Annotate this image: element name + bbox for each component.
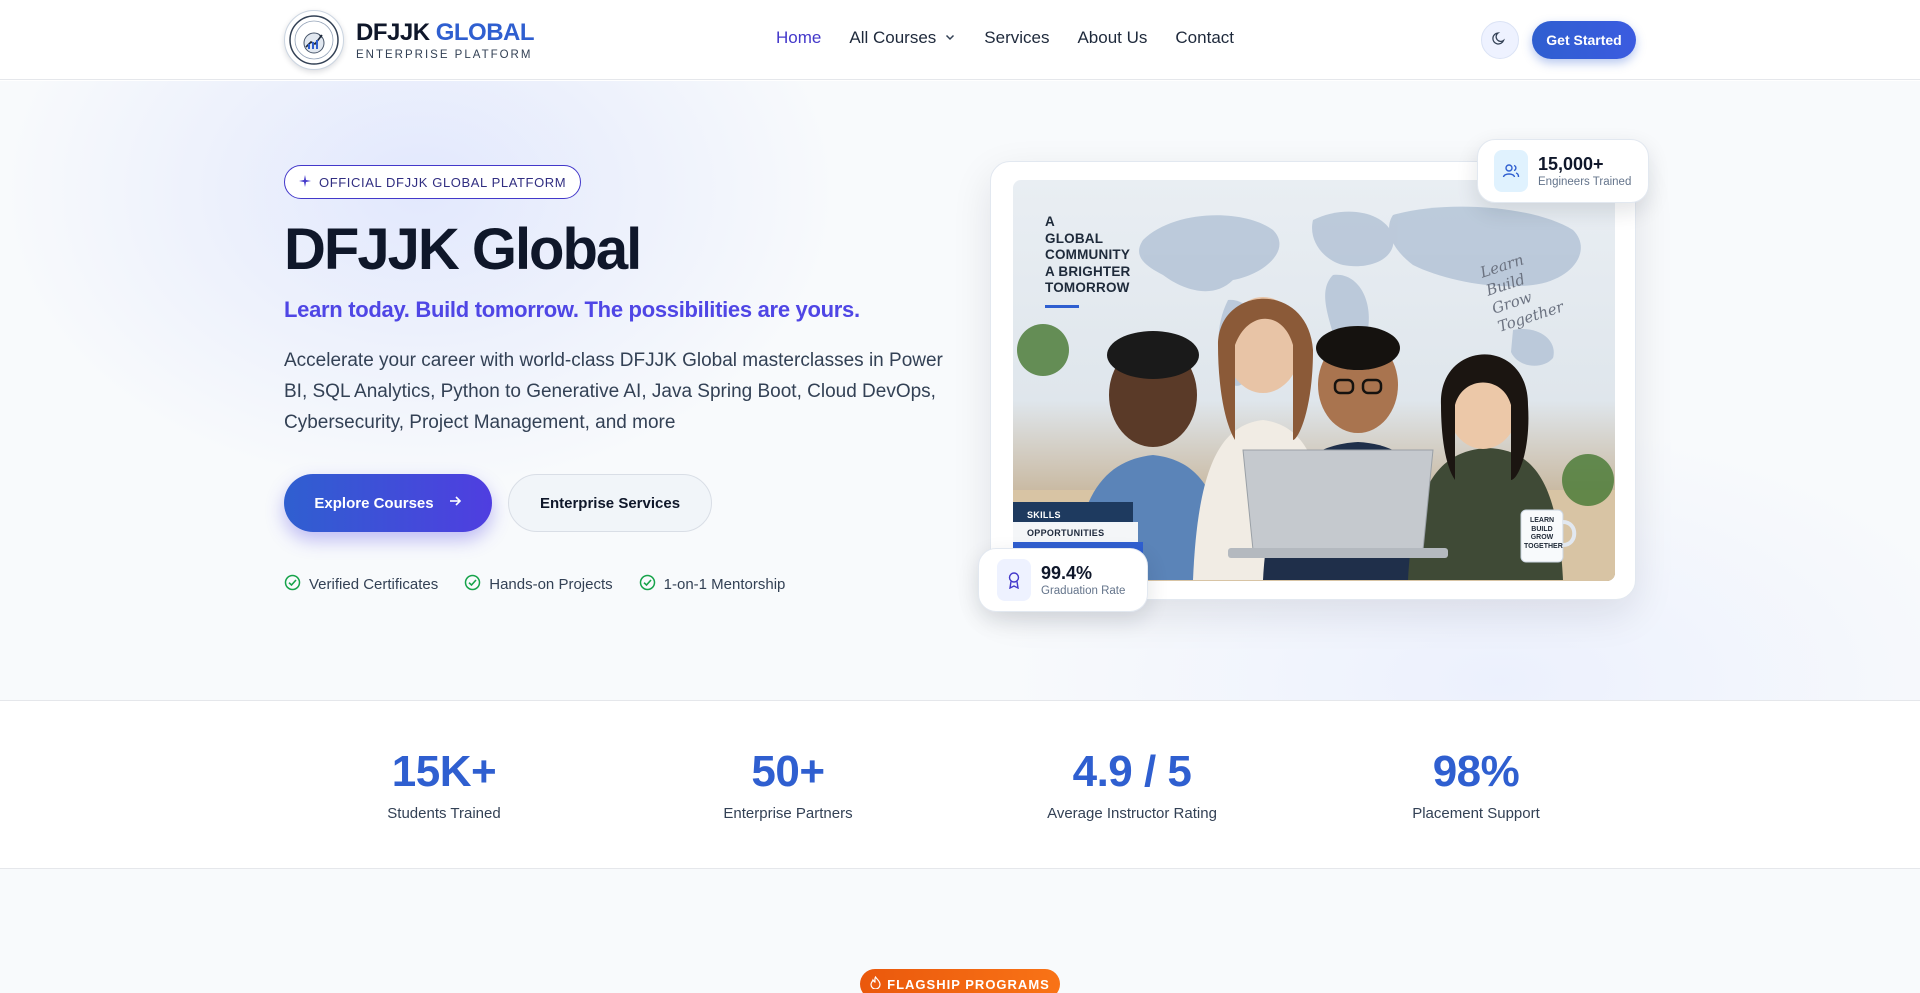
check-circle-icon: [284, 574, 301, 595]
stat-value: 4.9 / 5: [1072, 747, 1192, 796]
photo-caption: A GLOBAL COMMUNITY A BRIGHTER TOMORROW: [1045, 214, 1155, 308]
arrow-right-icon: [448, 494, 462, 512]
stat-item: 50+ Enterprise Partners: [638, 747, 938, 822]
nav-services[interactable]: Services: [984, 28, 1049, 48]
hero-photo: A GLOBAL COMMUNITY A BRIGHTER TOMORROW L…: [1013, 180, 1615, 581]
stat-label: Placement Support: [1412, 805, 1540, 822]
stats-band: 15K+ Students Trained 50+ Enterprise Par…: [0, 701, 1920, 869]
book-stack: SKILLS OPPORTUNITIES: [1013, 506, 1138, 542]
explore-courses-button[interactable]: Explore Courses: [284, 474, 492, 532]
stat-label: Enterprise Partners: [723, 805, 853, 822]
flagship-programs-badge: FLAGSHIP PROGRAMS: [860, 969, 1060, 993]
stat-label: Students Trained: [387, 805, 501, 822]
nav-contact[interactable]: Contact: [1175, 28, 1234, 48]
logo[interactable]: DFJJK GLOBAL ENTERPRISE PLATFORM: [284, 10, 535, 70]
flame-icon: [870, 975, 881, 992]
hero-description: Accelerate your career with world-class …: [284, 350, 943, 433]
logo-title: DFJJK GLOBAL: [356, 19, 535, 46]
stat-value: 98%: [1432, 747, 1520, 796]
nav-all-courses[interactable]: All Courses: [849, 28, 956, 48]
feature-item: Verified Certificates: [284, 574, 438, 595]
get-started-button[interactable]: Get Started: [1532, 21, 1636, 59]
caption-underline: [1045, 304, 1079, 308]
stat-label: Average Instructor Rating: [1047, 805, 1217, 822]
stat-item: 98% Placement Support: [1326, 747, 1626, 822]
nav-home[interactable]: Home: [776, 28, 821, 48]
logo-subtitle: ENTERPRISE PLATFORM: [356, 49, 533, 61]
nav-about-us[interactable]: About Us: [1077, 28, 1147, 48]
hero-title: DFJJK Global: [284, 217, 642, 282]
chevron-down-icon: [944, 28, 956, 48]
award-icon: [997, 559, 1031, 601]
official-badge: OFFICIAL DFJJK GLOBAL PLATFORM: [284, 165, 582, 199]
main-nav: Home All Courses Services About Us Conta…: [776, 28, 1262, 48]
hero-section: OFFICIAL DFJJK GLOBAL PLATFORM DFJJK Glo…: [0, 81, 1920, 701]
check-circle-icon: [639, 574, 656, 595]
check-circle-icon: [464, 574, 481, 595]
top-header: DFJJK GLOBAL ENTERPRISE PLATFORM Home Al…: [0, 0, 1920, 80]
sparkle-icon: [299, 174, 311, 190]
hero-tagline: Learn today. Build tomorrow. The possibi…: [284, 297, 860, 322]
logo-badge-icon: [284, 10, 344, 70]
programs-section: FLAGSHIP PROGRAMS: [0, 869, 1920, 993]
engineers-trained-label: Engineers Trained: [1538, 176, 1632, 188]
stat-value: 15K+: [391, 747, 497, 796]
feature-item: Hands-on Projects: [464, 574, 613, 595]
graduation-rate-value: 99.4%: [1041, 563, 1093, 583]
feature-item: 1-on-1 Mentorship: [639, 574, 785, 595]
stat-item: 4.9 / 5 Average Instructor Rating: [982, 747, 1282, 822]
stat-value: 50+: [751, 747, 825, 796]
graduation-rate-label: Graduation Rate: [1041, 585, 1126, 597]
engineers-trained-value: 15,000+: [1538, 154, 1604, 174]
enterprise-services-button[interactable]: Enterprise Services: [508, 474, 712, 532]
stat-item: 15K+ Students Trained: [294, 747, 594, 822]
hero-image-card: A GLOBAL COMMUNITY A BRIGHTER TOMORROW L…: [990, 161, 1636, 600]
moon-icon: [1492, 30, 1508, 51]
engineers-trained-card: 15,000+ Engineers Trained: [1477, 139, 1649, 203]
theme-toggle-button[interactable]: [1481, 21, 1519, 59]
graduation-rate-card: 99.4% Graduation Rate: [978, 548, 1148, 612]
mug-text: LEARN BUILD GROW TOGETHER: [1524, 517, 1563, 550]
users-icon: [1494, 150, 1528, 192]
feature-list: Verified Certificates Hands-on Projects …: [284, 574, 811, 595]
